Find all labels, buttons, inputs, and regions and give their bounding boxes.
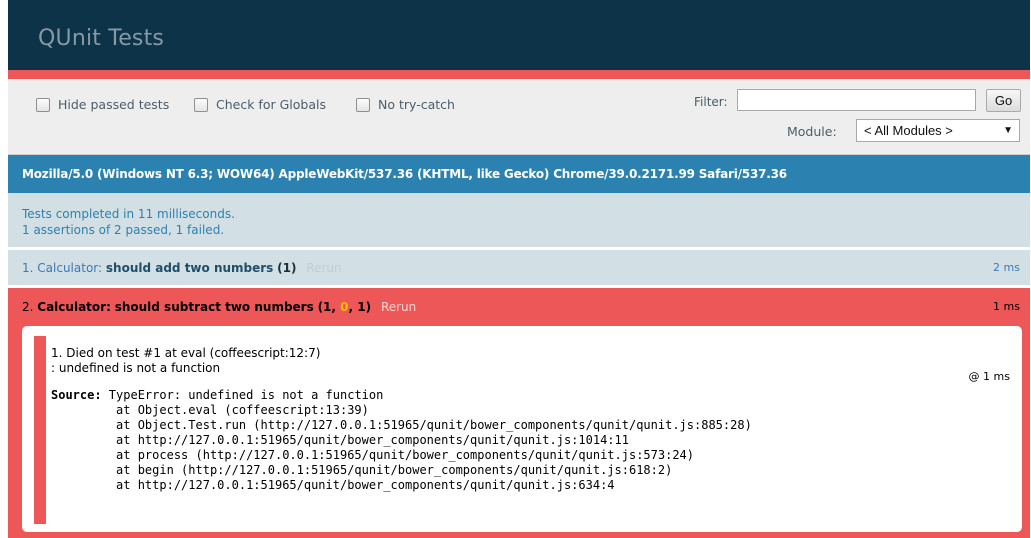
stack-line: at Object.Test.run (http://127.0.0.1:519… [51, 418, 752, 432]
test-counts: (1) [277, 261, 297, 275]
test-counts: (1, 0, 1) [317, 300, 372, 314]
qunit-header: QUnit Tests [8, 0, 1030, 70]
test-name: should add two numbers [105, 261, 274, 275]
no-try-catch-label[interactable]: No try-catch [378, 97, 455, 112]
total-count: 1 [357, 300, 366, 314]
hide-passed-checkbox[interactable] [36, 97, 50, 112]
chevron-down-icon: ▼ [1003, 125, 1013, 136]
assertion-list: 1. Died on test #1 at eval (coffeescript… [22, 326, 1022, 532]
test-index: 2. [22, 300, 34, 314]
page-title[interactable]: QUnit Tests [38, 26, 164, 51]
go-button[interactable]: Go [986, 89, 1021, 112]
test-runtime: 2 ms [993, 261, 1020, 274]
stack-line: at http://127.0.0.1:51965/qunit/bower_co… [51, 433, 629, 447]
no-try-catch-option[interactable]: No try-catch [356, 97, 455, 112]
user-agent-bar: Mozilla/5.0 (Windows NT 6.3; WOW64) Appl… [8, 155, 1030, 193]
check-globals-label[interactable]: Check for Globals [216, 97, 326, 112]
result-counts: 1 assertions of 2 passed, 1 failed. [22, 223, 225, 237]
module-label: Module: [787, 124, 837, 139]
test-item-fail[interactable]: 2. Calculator: should subtract two numbe… [8, 288, 1030, 538]
test-index: 1. [22, 261, 34, 275]
qunit-toolbar: Hide passed tests Check for Globals No t… [8, 79, 1030, 155]
stack-trace: Source: TypeError: undefined is not a fu… [51, 388, 752, 493]
test-result-summary: Tests completed in 11 milliseconds. 1 as… [8, 193, 1030, 247]
result-duration: Tests completed in 11 milliseconds. [22, 207, 235, 221]
hide-passed-label[interactable]: Hide passed tests [58, 97, 169, 112]
rerun-link[interactable]: Rerun [306, 261, 341, 275]
module-select-value: < All Modules > [864, 123, 953, 138]
passed-count: 0 [340, 300, 349, 314]
status-banner [8, 70, 1030, 79]
stack-line: at begin (http://127.0.0.1:51965/qunit/b… [51, 463, 673, 477]
check-globals-option[interactable]: Check for Globals [194, 97, 326, 112]
failed-count: 1 [323, 300, 332, 314]
no-try-catch-checkbox[interactable] [356, 97, 370, 112]
filter-label: Filter: [694, 95, 728, 109]
assertion-title: 1. Died on test #1 at eval (coffeescript… [51, 346, 321, 360]
assertion-error: : undefined is not a function [51, 361, 221, 375]
test-module: Calculator: [37, 300, 111, 314]
test-item-pass[interactable]: 1. Calculator: should add two numbers (1… [8, 250, 1030, 285]
test-name: should subtract two numbers [114, 300, 314, 314]
source-label: Source: [51, 388, 102, 402]
module-select[interactable]: < All Modules > ▼ [856, 119, 1020, 142]
stack-line: at Object.eval (coffeescript:13:39) [51, 403, 369, 417]
assertion-runtime: @ 1 ms [968, 370, 1010, 383]
stack-line: at process (http://127.0.0.1:51965/qunit… [51, 448, 694, 462]
stack-line: at http://127.0.0.1:51965/qunit/bower_co… [51, 478, 615, 492]
qunit-page: QUnit Tests Hide passed tests Check for … [8, 0, 1030, 538]
test-runtime: 1 ms [993, 300, 1020, 313]
filter-input[interactable] [737, 89, 976, 111]
test-module: Calculator: [37, 261, 103, 275]
test-header[interactable]: 2. Calculator: should subtract two numbe… [22, 288, 416, 326]
hide-passed-option[interactable]: Hide passed tests [36, 97, 169, 112]
check-globals-checkbox[interactable] [194, 97, 208, 112]
rerun-link[interactable]: Rerun [381, 300, 416, 314]
assertion-message: 1. Died on test #1 at eval (coffeescript… [51, 346, 320, 376]
fail-indicator [34, 336, 46, 524]
stack-line: TypeError: undefined is not a function [101, 388, 384, 402]
